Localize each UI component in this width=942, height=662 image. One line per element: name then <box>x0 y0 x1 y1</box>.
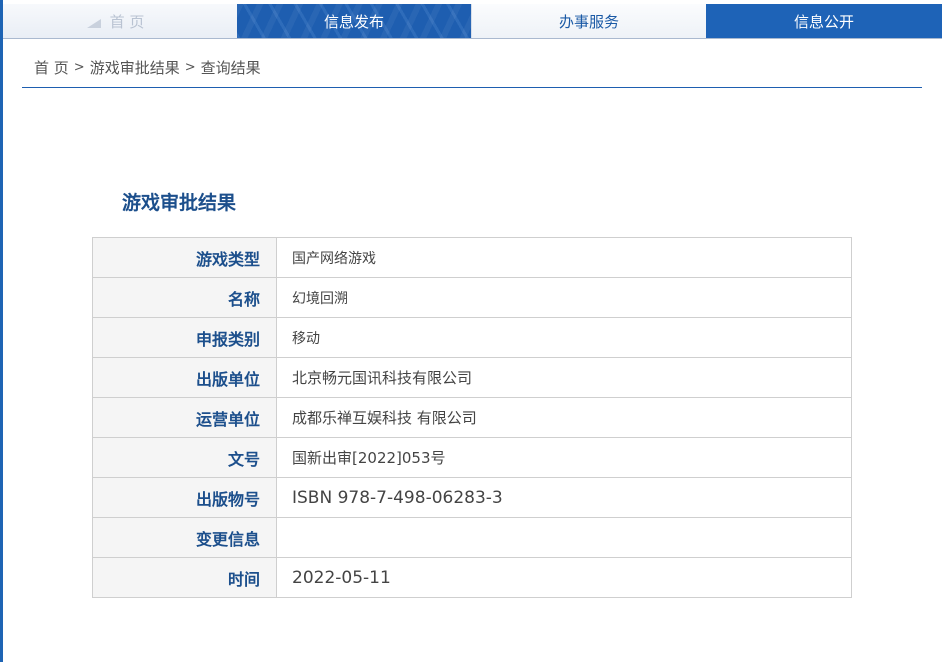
nav-tab-service-label: 办事服务 <box>558 12 619 31</box>
breadcrumb-divider <box>22 87 922 88</box>
table-row: 出版物号 ISBN 978-7-498-06283-3 <box>92 477 852 518</box>
row-label-isbn: 出版物号 <box>92 477 277 518</box>
breadcrumb-game-approval-link[interactable]: 游戏审批结果 <box>90 57 180 78</box>
nav-tab-home[interactable]: 首 页 <box>3 4 237 38</box>
page-frame-edge <box>0 0 3 662</box>
nav-tab-publish-label: 信息发布 <box>323 12 384 31</box>
breadcrumb-separator: > <box>184 60 196 75</box>
row-value-game-type: 国产网络游戏 <box>276 237 852 278</box>
result-table: 游戏类型 国产网络游戏 名称 幻境回溯 申报类别 移动 出版单位 北京畅元国讯科… <box>92 237 852 598</box>
nav-tab-open-label: 信息公开 <box>793 12 854 31</box>
row-value-date: 2022-05-11 <box>276 557 852 598</box>
table-row: 变更信息 <box>92 517 852 558</box>
top-navigation: 首 页 信息发布 办事服务 信息公开 <box>3 4 942 38</box>
table-row: 申报类别 移动 <box>92 317 852 358</box>
row-value-approval-number: 国新出审[2022]053号 <box>276 437 852 478</box>
row-value-isbn: ISBN 978-7-498-06283-3 <box>276 477 852 518</box>
table-row: 运营单位 成都乐禅互娱科技 有限公司 <box>92 397 852 438</box>
row-value-category: 移动 <box>276 317 852 358</box>
home-icon <box>87 16 101 28</box>
table-row: 游戏类型 国产网络游戏 <box>92 237 852 278</box>
row-label-category: 申报类别 <box>92 317 277 358</box>
nav-tab-open[interactable]: 信息公开 <box>706 4 942 38</box>
page-title: 游戏审批结果 <box>122 192 237 214</box>
row-value-change-info <box>276 517 852 558</box>
row-value-name: 幻境回溯 <box>276 277 852 318</box>
row-value-operator: 成都乐禅互娱科技 有限公司 <box>276 397 852 438</box>
table-row: 名称 幻境回溯 <box>92 277 852 318</box>
breadcrumb-separator: > <box>73 60 85 75</box>
breadcrumb-current: 查询结果 <box>200 59 261 77</box>
table-row: 时间 2022-05-11 <box>92 557 852 598</box>
row-label-publisher: 出版单位 <box>92 357 277 398</box>
row-label-game-type: 游戏类型 <box>92 237 277 278</box>
nav-tab-home-label: 首 页 <box>109 12 145 31</box>
row-label-operator: 运营单位 <box>92 397 277 438</box>
row-value-publisher: 北京畅元国讯科技有限公司 <box>276 357 852 398</box>
row-label-change-info: 变更信息 <box>92 517 277 558</box>
nav-tab-publish[interactable]: 信息发布 <box>237 4 471 38</box>
nav-divider <box>3 38 942 39</box>
row-label-date: 时间 <box>92 557 277 598</box>
row-label-name: 名称 <box>92 277 277 318</box>
table-row: 文号 国新出审[2022]053号 <box>92 437 852 478</box>
nav-tab-service[interactable]: 办事服务 <box>471 4 706 38</box>
table-row: 出版单位 北京畅元国讯科技有限公司 <box>92 357 852 398</box>
row-label-approval-number: 文号 <box>92 437 277 478</box>
breadcrumb-home-link[interactable]: 首 页 <box>34 57 69 78</box>
breadcrumb: 首 页 > 游戏审批结果 > 查询结果 <box>34 57 261 78</box>
